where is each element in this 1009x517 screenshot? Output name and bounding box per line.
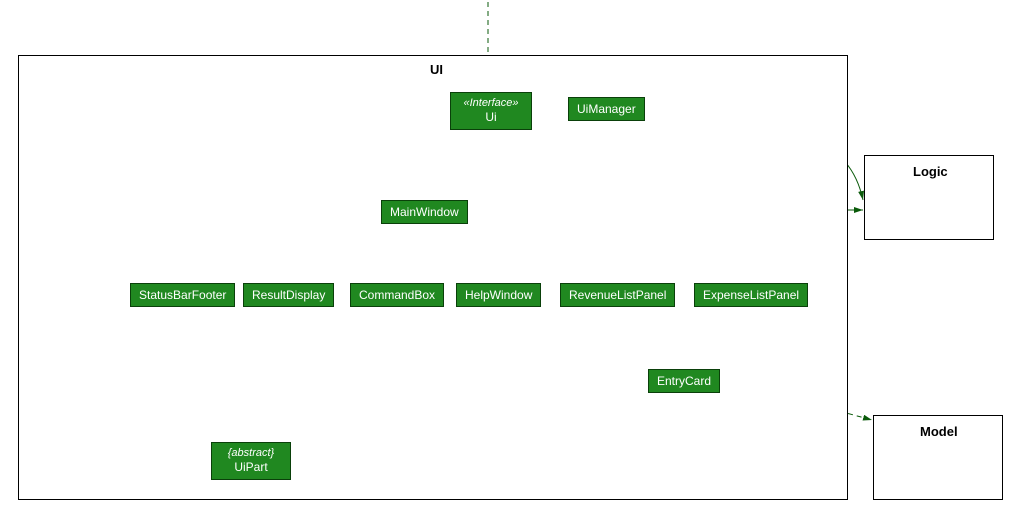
class-helpwindow: HelpWindow	[456, 283, 541, 307]
class-uipart-name: UiPart	[220, 460, 282, 474]
package-model-title: Model	[920, 424, 958, 439]
class-ui-interface-name: Ui	[459, 110, 523, 124]
package-model-box: Model	[873, 415, 1003, 500]
class-commandbox: CommandBox	[350, 283, 444, 307]
class-resultdisplay: ResultDisplay	[243, 283, 334, 307]
class-ui-interface-stereo: «Interface»	[459, 97, 523, 110]
class-uipart-stereo: {abstract}	[220, 447, 282, 460]
class-ui-interface: «Interface» Ui	[450, 92, 532, 130]
package-ui-box	[18, 55, 848, 500]
class-uipart: {abstract} UiPart	[211, 442, 291, 480]
class-revenuelistpanel: RevenueListPanel	[560, 283, 675, 307]
package-ui-title: UI	[430, 62, 443, 77]
class-uimanager: UiManager	[568, 97, 645, 121]
class-statusbarfooter: StatusBarFooter	[130, 283, 235, 307]
package-logic-title: Logic	[913, 164, 948, 179]
diagram-canvas: UI Logic Model «Interface» Ui UiManager …	[0, 0, 1009, 517]
package-logic-box: Logic	[864, 155, 994, 240]
class-entrycard: EntryCard	[648, 369, 720, 393]
class-expenselistpanel: ExpenseListPanel	[694, 283, 808, 307]
class-mainwindow: MainWindow	[381, 200, 468, 224]
